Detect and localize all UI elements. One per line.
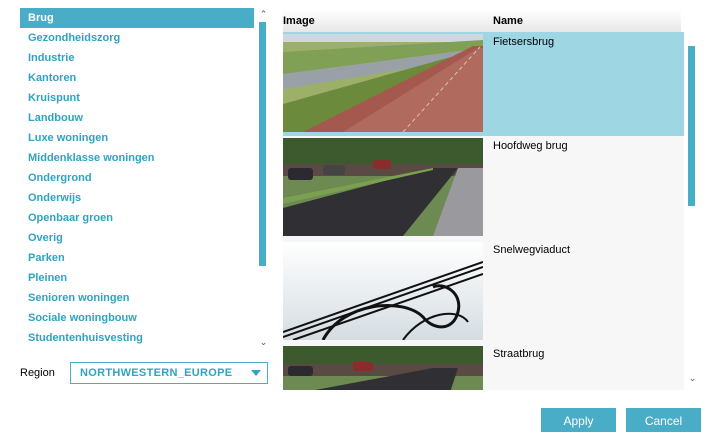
table-row[interactable]: Hoofdweg brug bbox=[283, 136, 684, 240]
category-item[interactable]: Parken bbox=[20, 248, 254, 268]
category-item[interactable]: Middenklasse woningen bbox=[20, 148, 254, 168]
row-name: Snelwegviaduct bbox=[493, 244, 571, 256]
category-item[interactable]: Pleinen bbox=[20, 268, 254, 288]
region-label: Region bbox=[20, 367, 55, 379]
category-item[interactable]: Ondergrond bbox=[20, 168, 254, 188]
category-item[interactable]: Kantoren bbox=[20, 68, 254, 88]
column-header-name: Name bbox=[493, 15, 523, 27]
row-name: Fietsersbrug bbox=[493, 36, 555, 48]
table-scroll-thumb[interactable] bbox=[688, 46, 695, 206]
category-item[interactable]: Openbaar groen bbox=[20, 208, 254, 228]
category-panel: Brug Gezondheidszorg Industrie Kantoren Krui… bbox=[20, 8, 270, 348]
row-name: Straatbrug bbox=[493, 348, 545, 360]
column-header-image: Image bbox=[283, 15, 315, 27]
category-scroll-thumb[interactable] bbox=[259, 22, 266, 266]
region-value: NORTHWESTERN_EUROPE bbox=[80, 367, 233, 379]
category-item[interactable]: Sociale woningbouw bbox=[20, 308, 254, 328]
category-item[interactable]: Luxe woningen bbox=[20, 128, 254, 148]
chevron-up-icon[interactable] bbox=[686, 30, 699, 42]
category-item[interactable]: Industrie bbox=[20, 48, 254, 68]
category-scrollbar[interactable]: ⌃ ⌄ bbox=[257, 8, 270, 348]
table-row[interactable]: Fietsersbrug bbox=[283, 32, 684, 136]
category-item[interactable]: Studentenhuisvesting bbox=[20, 328, 254, 348]
table-row[interactable]: Straatbrug bbox=[283, 344, 684, 390]
category-item[interactable]: Senioren woningen bbox=[20, 288, 254, 308]
row-name: Hoofdweg brug bbox=[493, 140, 568, 152]
category-item[interactable]: Gezondheidszorg bbox=[20, 28, 254, 48]
category-list: Brug Gezondheidszorg Industrie Kantoren Krui… bbox=[20, 8, 254, 348]
image-table: Image Name Fietsersbrug Hoofdweg brug Snel… bbox=[283, 10, 684, 390]
category-item[interactable]: Onderwijs bbox=[20, 188, 254, 208]
chevron-down-icon[interactable]: ⌄ bbox=[257, 336, 270, 348]
category-item[interactable]: Kruispunt bbox=[20, 88, 254, 108]
table-row[interactable]: Snelwegviaduct bbox=[283, 240, 684, 344]
region-select[interactable]: NORTHWESTERN_EUROPE bbox=[70, 362, 268, 384]
table-header: Image Name bbox=[283, 10, 681, 32]
row-thumbnail-image bbox=[283, 242, 483, 340]
table-body: Fietsersbrug Hoofdweg brug Snelwegviaduct S… bbox=[283, 32, 684, 390]
row-thumbnail-image bbox=[283, 34, 483, 132]
category-item[interactable]: Landbouw bbox=[20, 108, 254, 128]
row-thumbnail-image bbox=[283, 138, 483, 236]
apply-button[interactable]: Apply bbox=[541, 408, 616, 432]
category-item[interactable]: Overig bbox=[20, 228, 254, 248]
caret-down-icon bbox=[251, 370, 261, 376]
chevron-down-icon[interactable]: ⌄ bbox=[686, 372, 699, 384]
chevron-up-icon[interactable]: ⌃ bbox=[257, 8, 270, 20]
row-thumbnail-image bbox=[283, 346, 483, 390]
cancel-button[interactable]: Cancel bbox=[626, 408, 701, 432]
table-scrollbar[interactable]: ⌄ bbox=[686, 30, 698, 388]
category-item[interactable]: Brug bbox=[20, 8, 254, 28]
